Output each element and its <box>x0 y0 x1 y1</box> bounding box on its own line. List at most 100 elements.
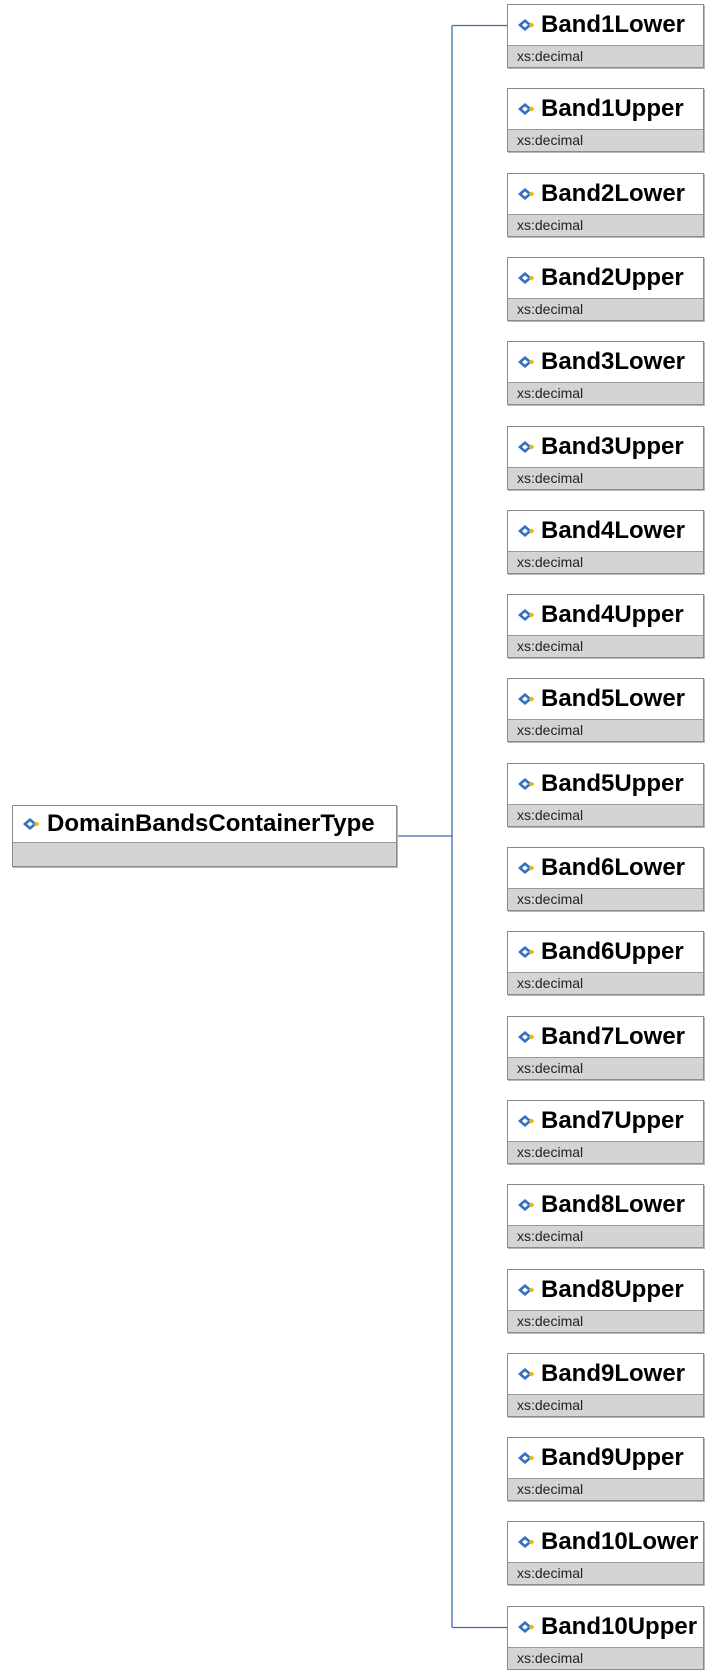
element-node[interactable]: Band9Lower xs:decimal <box>507 1353 704 1417</box>
element-node[interactable]: Band4Lower xs:decimal <box>507 510 704 574</box>
element-type: xs:decimal <box>517 1650 584 1666</box>
element-type: xs:decimal <box>517 1313 584 1329</box>
element-diamond-icon <box>517 777 535 791</box>
element-diamond-icon <box>517 1198 535 1212</box>
element-name: Band3Upper <box>541 433 684 460</box>
element-node[interactable]: Band9Upper xs:decimal <box>507 1437 704 1501</box>
element-diamond-icon <box>517 187 535 201</box>
element-diamond-icon <box>517 1451 535 1465</box>
element-type: xs:decimal <box>517 1144 584 1160</box>
element-name: Band9Upper <box>541 1444 684 1471</box>
element-diamond-icon <box>517 1367 535 1381</box>
element-node[interactable]: Band2Lower xs:decimal <box>507 173 704 237</box>
element-type: xs:decimal <box>517 1228 584 1244</box>
element-node[interactable]: Band6Lower xs:decimal <box>507 847 704 911</box>
element-name: Band10Lower <box>541 1528 699 1555</box>
root-type-header: DomainBandsContainerType <box>13 806 396 843</box>
element-diamond-icon <box>517 692 535 706</box>
element-type: xs:decimal <box>517 132 584 148</box>
element-name: Band5Upper <box>541 770 684 797</box>
element-diamond-icon <box>517 1283 535 1297</box>
element-header: Band6Lower <box>508 848 703 889</box>
element-node[interactable]: Band7Lower xs:decimal <box>507 1016 704 1080</box>
element-header: Band8Upper <box>508 1270 703 1311</box>
element-header: Band5Lower <box>508 679 703 720</box>
element-diamond-icon <box>517 608 535 622</box>
element-name: Band2Lower <box>541 180 686 207</box>
element-node[interactable]: Band10Lower xs:decimal <box>507 1521 704 1585</box>
element-diamond-icon <box>517 945 535 959</box>
root-type-node[interactable]: DomainBandsContainerType <box>12 805 397 867</box>
element-diamond-icon <box>517 440 535 454</box>
element-name: Band8Lower <box>541 1191 686 1218</box>
element-node[interactable]: Band3Upper xs:decimal <box>507 426 704 490</box>
element-header: Band6Upper <box>508 932 703 973</box>
element-type: xs:decimal <box>517 975 584 991</box>
element-diamond-icon <box>517 1030 535 1044</box>
element-name: Band3Lower <box>541 348 686 375</box>
element-node[interactable]: Band7Upper xs:decimal <box>507 1100 704 1164</box>
element-node[interactable]: Band8Upper xs:decimal <box>507 1269 704 1333</box>
element-name: Band7Lower <box>541 1023 686 1050</box>
element-node[interactable]: Band4Upper xs:decimal <box>507 594 704 658</box>
element-header: Band7Upper <box>508 1101 703 1142</box>
element-name: Band9Lower <box>541 1360 686 1387</box>
element-diamond-icon <box>517 355 535 369</box>
element-node[interactable]: Band8Lower xs:decimal <box>507 1184 704 1248</box>
element-node[interactable]: Band10Upper xs:decimal <box>507 1606 704 1670</box>
element-type: xs:decimal <box>517 385 584 401</box>
element-diamond-icon <box>517 1620 535 1634</box>
element-header: Band2Lower <box>508 174 703 215</box>
element-type: xs:decimal <box>517 217 584 233</box>
element-header: Band10Upper <box>508 1607 703 1648</box>
element-header: Band1Lower <box>508 5 703 46</box>
element-type: xs:decimal <box>517 1397 584 1413</box>
element-diamond-icon <box>517 524 535 538</box>
element-diamond-icon <box>517 102 535 116</box>
element-header: Band9Upper <box>508 1438 703 1479</box>
element-header: Band8Lower <box>508 1185 703 1226</box>
element-type: xs:decimal <box>517 301 584 317</box>
element-header: Band1Upper <box>508 89 703 130</box>
element-type: xs:decimal <box>517 470 584 486</box>
element-node[interactable]: Band6Upper xs:decimal <box>507 931 704 995</box>
element-type: xs:decimal <box>517 48 584 64</box>
element-name: Band2Upper <box>541 264 684 291</box>
element-type: xs:decimal <box>517 1481 584 1497</box>
element-diamond-icon <box>517 1114 535 1128</box>
element-node[interactable]: Band2Upper xs:decimal <box>507 257 704 321</box>
element-node[interactable]: Band1Upper xs:decimal <box>507 88 704 152</box>
element-name: Band4Lower <box>541 517 686 544</box>
element-type: xs:decimal <box>517 1060 584 1076</box>
root-type-name: DomainBandsContainerType <box>47 810 375 837</box>
element-diamond-icon <box>517 1535 535 1549</box>
element-type: xs:decimal <box>517 1565 584 1581</box>
element-diamond-icon <box>517 18 535 32</box>
element-header: Band4Lower <box>508 511 703 552</box>
element-type: xs:decimal <box>517 891 584 907</box>
element-name: Band10Upper <box>541 1613 698 1640</box>
element-name: Band1Lower <box>541 11 686 38</box>
element-header: Band10Lower <box>508 1522 703 1563</box>
element-header: Band9Lower <box>508 1354 703 1395</box>
element-type: xs:decimal <box>517 807 584 823</box>
element-node[interactable]: Band5Lower xs:decimal <box>507 678 704 742</box>
element-node[interactable]: Band1Lower xs:decimal <box>507 4 704 68</box>
element-type: xs:decimal <box>517 722 584 738</box>
element-diamond-icon <box>517 861 535 875</box>
element-name: Band6Lower <box>541 854 686 881</box>
element-header: Band3Lower <box>508 342 703 383</box>
element-diamond-icon <box>517 271 535 285</box>
element-header: Band3Upper <box>508 427 703 468</box>
element-name: Band1Upper <box>541 95 684 122</box>
element-header: Band2Upper <box>508 258 703 299</box>
element-name: Band4Upper <box>541 601 684 628</box>
element-node[interactable]: Band3Lower xs:decimal <box>507 341 704 405</box>
element-name: Band5Lower <box>541 685 686 712</box>
element-name: Band6Upper <box>541 938 684 965</box>
element-node[interactable]: Band5Upper xs:decimal <box>507 763 704 827</box>
schema-diagram: DomainBandsContainerType Band1Lower xs:de… <box>0 0 713 1670</box>
element-header: Band4Upper <box>508 595 703 636</box>
element-type: xs:decimal <box>517 554 584 570</box>
element-diamond-icon <box>22 817 40 831</box>
